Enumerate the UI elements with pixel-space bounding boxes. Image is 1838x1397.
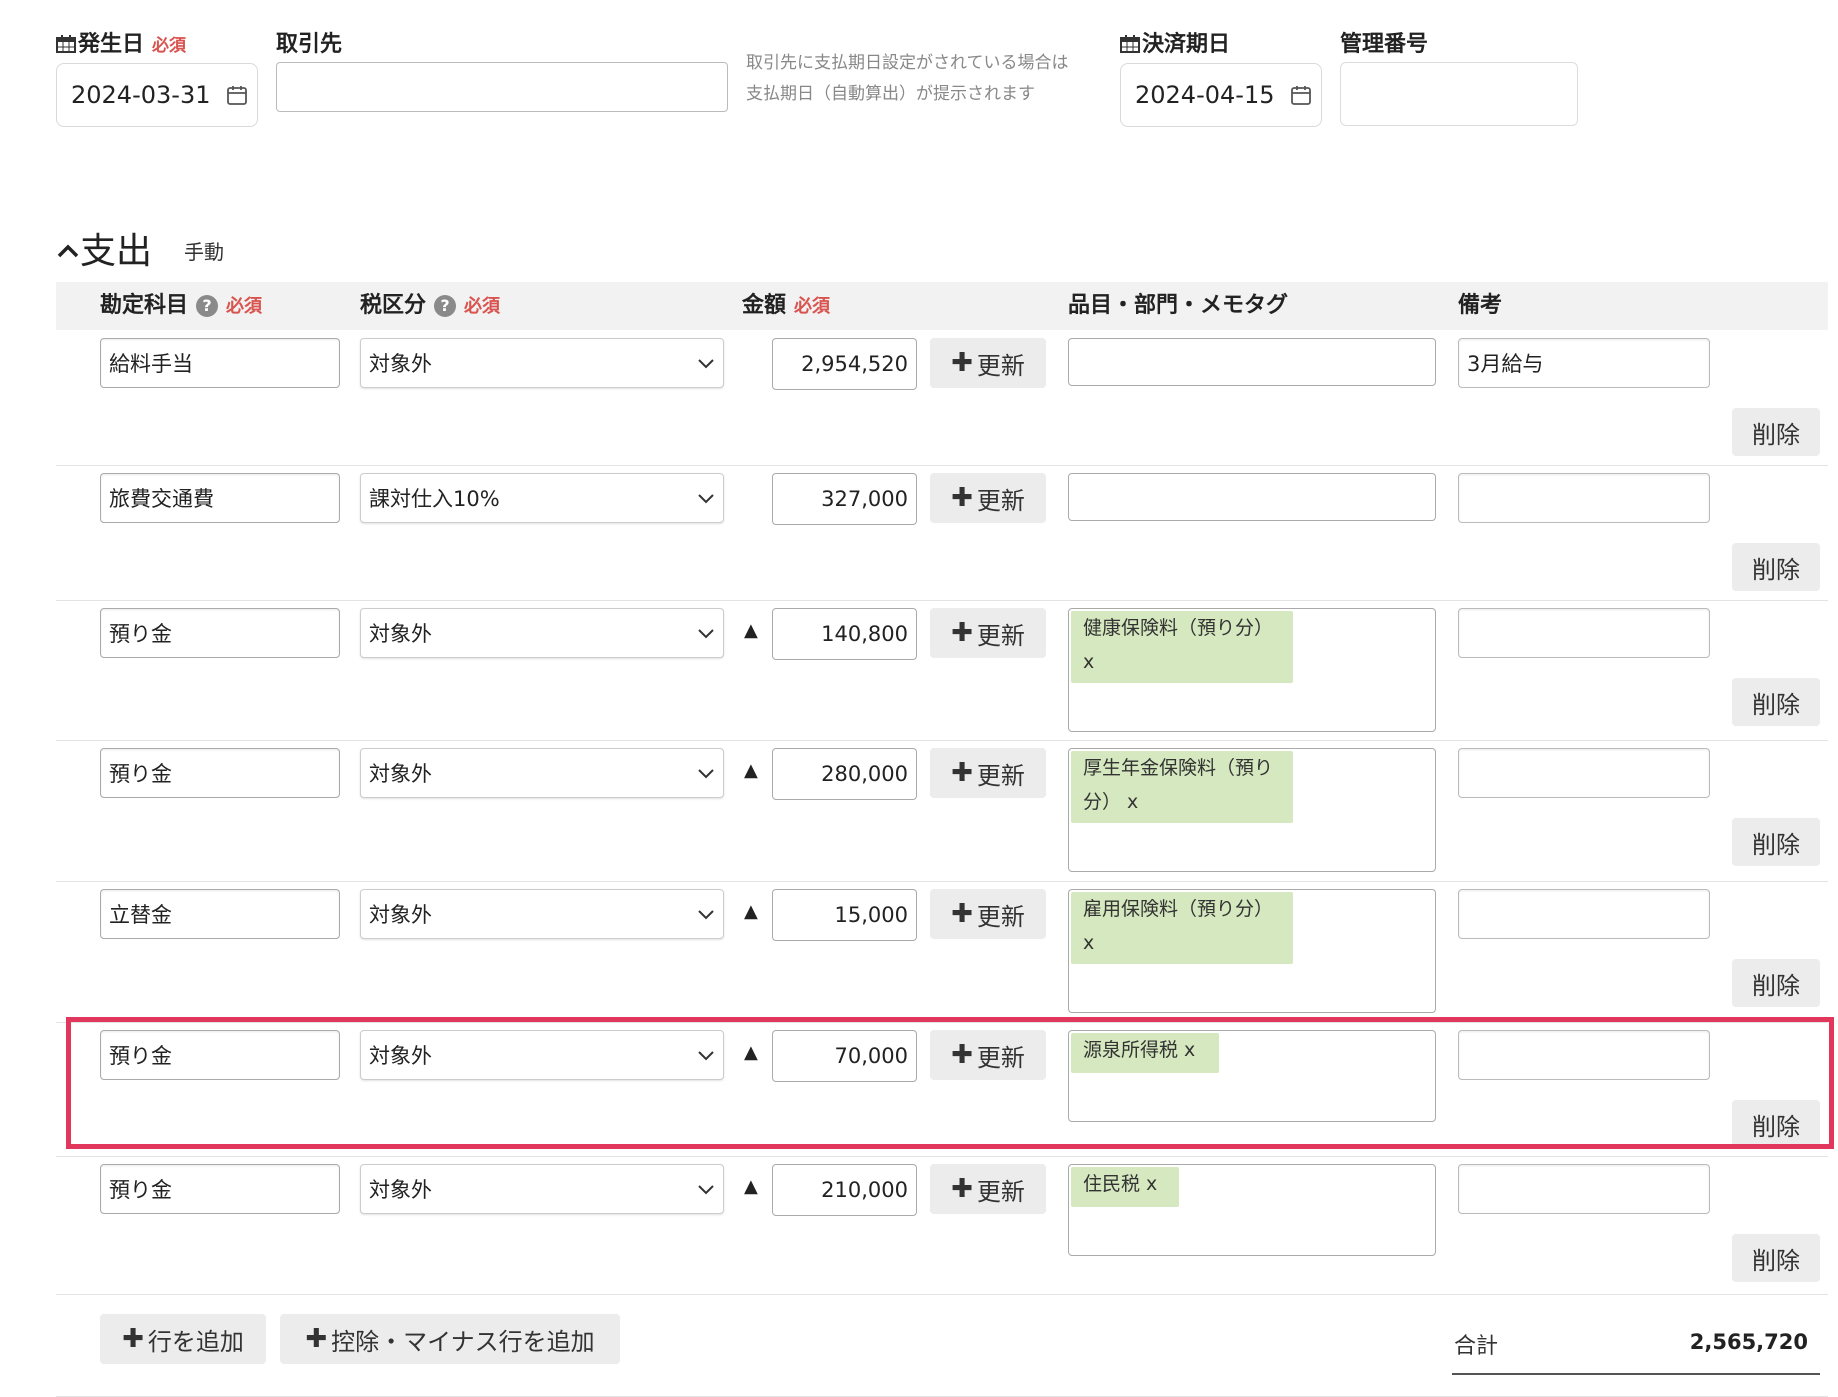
tax-select[interactable]: 対象外 [360, 889, 724, 939]
plus-icon: ✚ [951, 348, 973, 378]
tax-select[interactable]: 対象外 [360, 608, 724, 658]
note-input[interactable] [1458, 1164, 1710, 1214]
update-button[interactable]: ✚ 更新 [930, 748, 1046, 798]
note-input[interactable]: 3月給与 [1458, 338, 1710, 388]
partner-hint: 取引先に支払期日設定がされている場合は 支払期日（自動算出）が提示されます [746, 53, 1069, 104]
tag-input[interactable]: 雇用保険料（預り分） x [1068, 889, 1436, 1013]
calendar-picker-icon[interactable] [1291, 85, 1311, 105]
update-button[interactable]: ✚ 更新 [930, 608, 1046, 658]
highlight-box [66, 1017, 1834, 1149]
update-button[interactable]: ✚ 更新 [930, 1164, 1046, 1214]
account-input[interactable]: 旅費交通費 [100, 473, 340, 523]
partner-label: 取引先 [276, 32, 343, 57]
tax-select[interactable]: 対象外 [360, 748, 724, 798]
account-input[interactable]: 預り金 [100, 1164, 340, 1214]
update-button[interactable]: ✚ 更新 [930, 473, 1046, 523]
col-amount: 金額 必須 [742, 293, 831, 318]
total-underline [1452, 1373, 1820, 1375]
chevron-down-icon [698, 910, 714, 920]
management-no-input[interactable] [1340, 62, 1578, 126]
help-icon[interactable]: ? [196, 295, 219, 317]
plus-icon: ✚ [951, 618, 973, 648]
delete-button[interactable]: 削除 [1732, 818, 1820, 866]
tag-input[interactable] [1068, 338, 1436, 386]
tag-input[interactable] [1068, 473, 1436, 521]
tag-input[interactable]: 健康保険料（預り分） x [1068, 608, 1436, 732]
chevron-down-icon [698, 494, 714, 504]
account-input[interactable]: 立替金 [100, 889, 340, 939]
delete-button[interactable]: 削除 [1732, 543, 1820, 591]
minus-mark: ▲ [744, 620, 758, 641]
tag-chip[interactable]: 厚生年金保険料（預り分） x [1071, 751, 1293, 823]
tag-input[interactable]: 住民税 x [1068, 1164, 1436, 1256]
total-label: 合計 [1454, 1334, 1499, 1359]
settlement-date-input[interactable]: 2024-04-15 [1120, 63, 1322, 127]
minus-mark: ▲ [744, 760, 758, 781]
account-input[interactable]: 預り金 [100, 608, 340, 658]
plus-icon: ✚ [951, 483, 973, 513]
partner-input[interactable] [276, 62, 728, 112]
note-input[interactable] [1458, 889, 1710, 939]
plus-icon: ✚ [951, 1174, 973, 1204]
help-icon[interactable]: ? [434, 295, 457, 317]
note-input[interactable] [1458, 473, 1710, 523]
expense-section-toggle[interactable]: 支出 [56, 222, 152, 274]
amount-input[interactable]: 15,000 [772, 889, 917, 941]
delete-button[interactable]: 削除 [1732, 1234, 1820, 1282]
issue-date-label: 発生日 必須 [56, 26, 186, 58]
plus-icon: ✚ [122, 1324, 144, 1354]
calendar-icon [56, 35, 76, 53]
settlement-date-label: 決済期日 [1120, 26, 1230, 58]
delete-button[interactable]: 削除 [1732, 678, 1820, 726]
chevron-down-icon [698, 769, 714, 779]
amount-input[interactable]: 2,954,520 [772, 338, 917, 390]
tax-select[interactable]: 対象外 [360, 338, 724, 388]
col-tags: 品目・部門・メモタグ [1068, 293, 1289, 318]
chevron-up-icon [57, 244, 79, 258]
add-row-button[interactable]: ✚ 行を追加 [100, 1314, 266, 1364]
add-deduction-row-button[interactable]: ✚ 控除・マイナス行を追加 [280, 1314, 620, 1364]
minus-mark: ▲ [744, 1176, 758, 1197]
amount-input[interactable]: 327,000 [772, 473, 917, 525]
delete-button[interactable]: 削除 [1732, 959, 1820, 1007]
amount-input[interactable]: 140,800 [772, 608, 917, 660]
chevron-down-icon [698, 359, 714, 369]
issue-date-input[interactable]: 2024-03-31 [56, 63, 258, 127]
update-button[interactable]: ✚ 更新 [930, 338, 1046, 388]
plus-icon: ✚ [951, 758, 973, 788]
management-no-label: 管理番号 [1340, 32, 1429, 57]
chevron-down-icon [698, 1185, 714, 1195]
col-account: 勘定科目? 必須 [100, 293, 263, 318]
amount-input[interactable]: 210,000 [772, 1164, 917, 1216]
required-badge: 必須 [152, 36, 187, 56]
tag-chip[interactable]: 健康保険料（預り分） x [1071, 611, 1293, 683]
amount-input[interactable]: 280,000 [772, 748, 917, 800]
settlement-date-value: 2024-04-15 [1135, 81, 1275, 109]
input-mode-label: 手動 [184, 240, 224, 264]
account-input[interactable]: 預り金 [100, 748, 340, 798]
calendar-picker-icon[interactable] [227, 85, 247, 105]
chevron-down-icon [698, 629, 714, 639]
tax-select[interactable]: 対象外 [360, 1164, 724, 1214]
plus-icon: ✚ [951, 899, 973, 929]
tax-select[interactable]: 課対仕入10% [360, 473, 724, 523]
tag-chip[interactable]: 住民税 x [1071, 1167, 1179, 1207]
col-note: 備考 [1458, 293, 1503, 318]
account-input[interactable]: 給料手当 [100, 338, 340, 388]
plus-icon: ✚ [305, 1324, 328, 1354]
calendar-icon [1120, 35, 1140, 53]
col-tax: 税区分? 必須 [360, 293, 501, 318]
total-value: 2,565,720 [1689, 1330, 1808, 1354]
table-header: 勘定科目? 必須 税区分? 必須 金額 必須 品目・部門・メモタグ 備考 [56, 282, 1828, 330]
note-input[interactable] [1458, 748, 1710, 798]
delete-button[interactable]: 削除 [1732, 408, 1820, 456]
tag-chip[interactable]: 雇用保険料（預り分） x [1071, 892, 1293, 964]
section-title: 支出 [80, 231, 153, 272]
minus-mark: ▲ [744, 901, 758, 922]
tag-input[interactable]: 厚生年金保険料（預り分） x [1068, 748, 1436, 872]
note-input[interactable] [1458, 608, 1710, 658]
issue-date-value: 2024-03-31 [71, 81, 211, 109]
update-button[interactable]: ✚ 更新 [930, 889, 1046, 939]
